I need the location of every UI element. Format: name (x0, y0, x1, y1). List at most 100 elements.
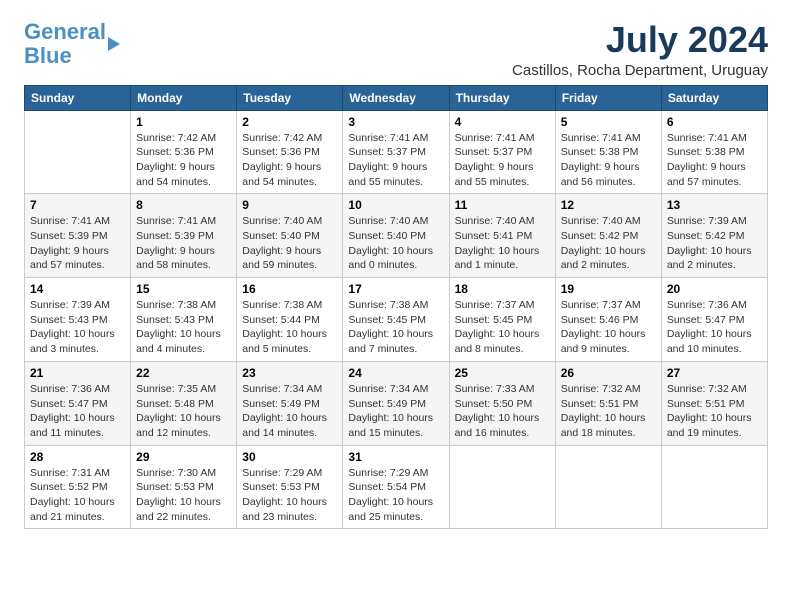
day-number: 26 (561, 366, 656, 380)
day-number: 23 (242, 366, 337, 380)
table-row: 12 Sunrise: 7:40 AMSunset: 5:42 PMDaylig… (555, 194, 661, 278)
table-row: 3 Sunrise: 7:41 AMSunset: 5:37 PMDayligh… (343, 110, 449, 194)
table-row: 7 Sunrise: 7:41 AMSunset: 5:39 PMDayligh… (25, 194, 131, 278)
logo-general: General (24, 19, 106, 44)
day-info: Sunrise: 7:29 AMSunset: 5:54 PMDaylight:… (348, 467, 433, 523)
day-number: 4 (455, 115, 550, 129)
day-info: Sunrise: 7:41 AMSunset: 5:37 PMDaylight:… (455, 132, 535, 188)
table-row: 28 Sunrise: 7:31 AMSunset: 5:52 PMDaylig… (25, 445, 131, 529)
title-block: July 2024 Castillos, Rocha Department, U… (512, 20, 768, 79)
day-info: Sunrise: 7:30 AMSunset: 5:53 PMDaylight:… (136, 467, 221, 523)
table-row: 11 Sunrise: 7:40 AMSunset: 5:41 PMDaylig… (449, 194, 555, 278)
day-number: 21 (30, 366, 125, 380)
day-number: 6 (667, 115, 762, 129)
day-info: Sunrise: 7:33 AMSunset: 5:50 PMDaylight:… (455, 383, 540, 439)
page-header: General Blue July 2024 Castillos, Rocha … (24, 20, 768, 79)
day-number: 7 (30, 198, 125, 212)
table-row: 25 Sunrise: 7:33 AMSunset: 5:50 PMDaylig… (449, 361, 555, 445)
day-info: Sunrise: 7:32 AMSunset: 5:51 PMDaylight:… (667, 383, 752, 439)
day-number: 18 (455, 282, 550, 296)
col-saturday: Saturday (661, 85, 767, 110)
table-row: 27 Sunrise: 7:32 AMSunset: 5:51 PMDaylig… (661, 361, 767, 445)
day-info: Sunrise: 7:37 AMSunset: 5:46 PMDaylight:… (561, 299, 646, 355)
logo-arrow-icon (108, 37, 120, 51)
table-row: 15 Sunrise: 7:38 AMSunset: 5:43 PMDaylig… (131, 278, 237, 362)
day-number: 14 (30, 282, 125, 296)
day-info: Sunrise: 7:40 AMSunset: 5:41 PMDaylight:… (455, 215, 540, 271)
day-info: Sunrise: 7:42 AMSunset: 5:36 PMDaylight:… (242, 132, 322, 188)
day-number: 25 (455, 366, 550, 380)
day-info: Sunrise: 7:31 AMSunset: 5:52 PMDaylight:… (30, 467, 115, 523)
table-row: 20 Sunrise: 7:36 AMSunset: 5:47 PMDaylig… (661, 278, 767, 362)
table-row: 1 Sunrise: 7:42 AMSunset: 5:36 PMDayligh… (131, 110, 237, 194)
day-number: 15 (136, 282, 231, 296)
day-info: Sunrise: 7:35 AMSunset: 5:48 PMDaylight:… (136, 383, 221, 439)
table-row: 18 Sunrise: 7:37 AMSunset: 5:45 PMDaylig… (449, 278, 555, 362)
day-number: 28 (30, 450, 125, 464)
day-number: 12 (561, 198, 656, 212)
table-row (555, 445, 661, 529)
day-info: Sunrise: 7:42 AMSunset: 5:36 PMDaylight:… (136, 132, 216, 188)
day-number: 10 (348, 198, 443, 212)
table-row: 10 Sunrise: 7:40 AMSunset: 5:40 PMDaylig… (343, 194, 449, 278)
day-number: 22 (136, 366, 231, 380)
table-row: 24 Sunrise: 7:34 AMSunset: 5:49 PMDaylig… (343, 361, 449, 445)
table-row: 6 Sunrise: 7:41 AMSunset: 5:38 PMDayligh… (661, 110, 767, 194)
col-friday: Friday (555, 85, 661, 110)
col-thursday: Thursday (449, 85, 555, 110)
table-row: 14 Sunrise: 7:39 AMSunset: 5:43 PMDaylig… (25, 278, 131, 362)
day-info: Sunrise: 7:40 AMSunset: 5:40 PMDaylight:… (348, 215, 433, 271)
day-info: Sunrise: 7:40 AMSunset: 5:40 PMDaylight:… (242, 215, 322, 271)
table-row: 13 Sunrise: 7:39 AMSunset: 5:42 PMDaylig… (661, 194, 767, 278)
table-row: 21 Sunrise: 7:36 AMSunset: 5:47 PMDaylig… (25, 361, 131, 445)
day-number: 3 (348, 115, 443, 129)
calendar-header-row: Sunday Monday Tuesday Wednesday Thursday… (25, 85, 768, 110)
table-row: 26 Sunrise: 7:32 AMSunset: 5:51 PMDaylig… (555, 361, 661, 445)
table-row: 17 Sunrise: 7:38 AMSunset: 5:45 PMDaylig… (343, 278, 449, 362)
table-row: 4 Sunrise: 7:41 AMSunset: 5:37 PMDayligh… (449, 110, 555, 194)
day-number: 2 (242, 115, 337, 129)
table-row: 2 Sunrise: 7:42 AMSunset: 5:36 PMDayligh… (237, 110, 343, 194)
day-number: 30 (242, 450, 337, 464)
day-info: Sunrise: 7:37 AMSunset: 5:45 PMDaylight:… (455, 299, 540, 355)
day-number: 9 (242, 198, 337, 212)
day-info: Sunrise: 7:36 AMSunset: 5:47 PMDaylight:… (30, 383, 115, 439)
day-info: Sunrise: 7:38 AMSunset: 5:45 PMDaylight:… (348, 299, 433, 355)
day-info: Sunrise: 7:29 AMSunset: 5:53 PMDaylight:… (242, 467, 327, 523)
day-info: Sunrise: 7:40 AMSunset: 5:42 PMDaylight:… (561, 215, 646, 271)
day-info: Sunrise: 7:34 AMSunset: 5:49 PMDaylight:… (348, 383, 433, 439)
day-info: Sunrise: 7:36 AMSunset: 5:47 PMDaylight:… (667, 299, 752, 355)
table-row (661, 445, 767, 529)
location-subtitle: Castillos, Rocha Department, Uruguay (512, 62, 768, 79)
table-row: 5 Sunrise: 7:41 AMSunset: 5:38 PMDayligh… (555, 110, 661, 194)
col-monday: Monday (131, 85, 237, 110)
day-number: 1 (136, 115, 231, 129)
day-number: 8 (136, 198, 231, 212)
day-number: 13 (667, 198, 762, 212)
table-row: 19 Sunrise: 7:37 AMSunset: 5:46 PMDaylig… (555, 278, 661, 362)
day-info: Sunrise: 7:39 AMSunset: 5:42 PMDaylight:… (667, 215, 752, 271)
day-number: 27 (667, 366, 762, 380)
table-row: 22 Sunrise: 7:35 AMSunset: 5:48 PMDaylig… (131, 361, 237, 445)
day-info: Sunrise: 7:38 AMSunset: 5:44 PMDaylight:… (242, 299, 327, 355)
logo-text: General Blue (24, 20, 106, 68)
col-sunday: Sunday (25, 85, 131, 110)
calendar-table: Sunday Monday Tuesday Wednesday Thursday… (24, 85, 768, 530)
day-info: Sunrise: 7:32 AMSunset: 5:51 PMDaylight:… (561, 383, 646, 439)
day-info: Sunrise: 7:41 AMSunset: 5:38 PMDaylight:… (561, 132, 641, 188)
day-number: 20 (667, 282, 762, 296)
table-row (449, 445, 555, 529)
day-info: Sunrise: 7:41 AMSunset: 5:37 PMDaylight:… (348, 132, 428, 188)
day-number: 24 (348, 366, 443, 380)
table-row: 8 Sunrise: 7:41 AMSunset: 5:39 PMDayligh… (131, 194, 237, 278)
month-year-title: July 2024 (512, 20, 768, 60)
day-number: 11 (455, 198, 550, 212)
day-info: Sunrise: 7:38 AMSunset: 5:43 PMDaylight:… (136, 299, 221, 355)
day-number: 17 (348, 282, 443, 296)
col-tuesday: Tuesday (237, 85, 343, 110)
day-info: Sunrise: 7:41 AMSunset: 5:38 PMDaylight:… (667, 132, 747, 188)
logo: General Blue (24, 20, 120, 68)
day-number: 5 (561, 115, 656, 129)
col-wednesday: Wednesday (343, 85, 449, 110)
day-info: Sunrise: 7:41 AMSunset: 5:39 PMDaylight:… (136, 215, 216, 271)
